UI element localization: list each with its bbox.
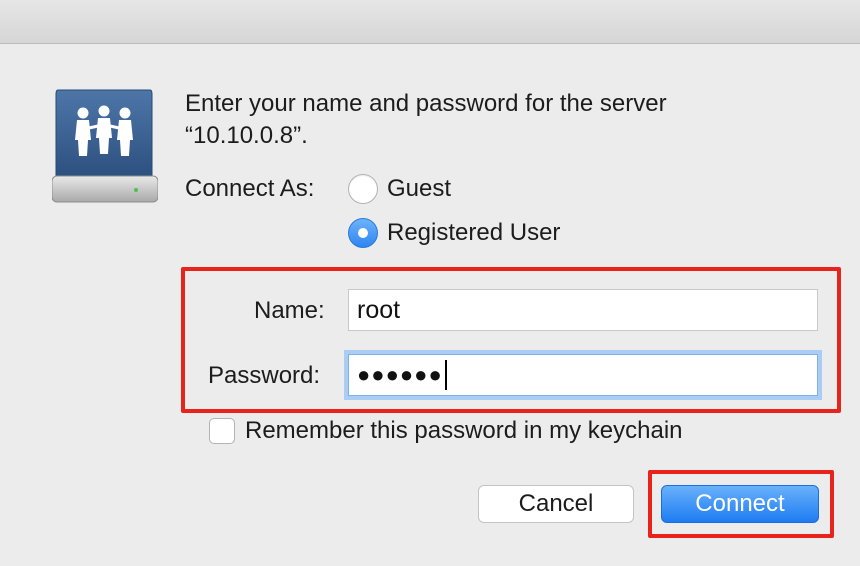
prompt-server-address: “10.10.0.8”. xyxy=(185,122,308,149)
connect-button[interactable]: Connect xyxy=(661,485,819,523)
radio-guest-label[interactable]: Guest xyxy=(387,175,451,203)
text-caret xyxy=(444,360,447,390)
name-value: root xyxy=(357,295,401,324)
connect-as-label: Connect As: xyxy=(185,175,315,202)
password-value: ●●●●●● xyxy=(357,362,443,387)
radio-registered-user[interactable] xyxy=(348,218,378,248)
prompt-text: Enter your name and password for the ser… xyxy=(185,88,825,152)
name-field[interactable]: root xyxy=(348,289,818,331)
connect-dialog: Enter your name and password for the ser… xyxy=(0,44,860,566)
remember-checkbox[interactable] xyxy=(209,418,235,444)
radio-registered-user-label[interactable]: Registered User xyxy=(387,219,560,247)
shared-server-icon xyxy=(51,88,159,204)
password-label: Password: xyxy=(208,362,321,389)
password-field[interactable]: ●●●●●● xyxy=(348,354,818,396)
window-titlebar[interactable] xyxy=(0,0,860,44)
cancel-button[interactable]: Cancel xyxy=(478,485,634,523)
remember-label[interactable]: Remember this password in my keychain xyxy=(245,417,683,445)
radio-guest[interactable] xyxy=(348,174,378,204)
prompt-line-1: Enter your name and password for the ser… xyxy=(185,90,667,117)
name-label: Name: xyxy=(254,297,325,324)
